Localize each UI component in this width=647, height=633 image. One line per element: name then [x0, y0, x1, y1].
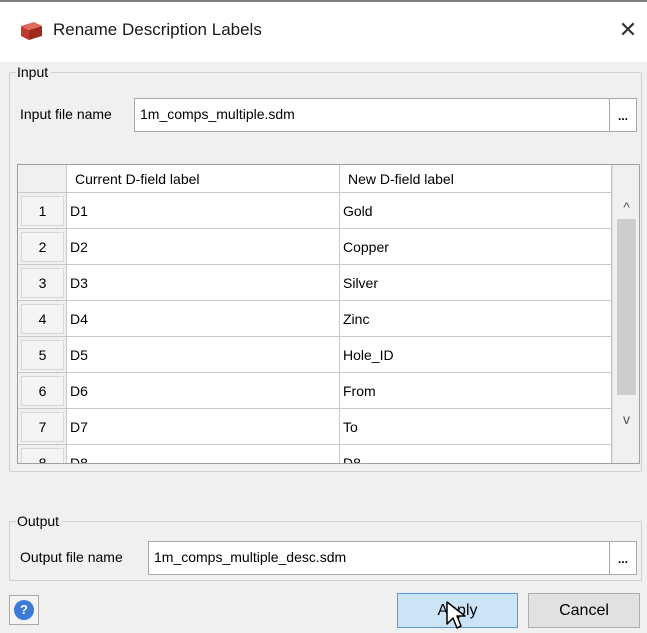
mouse-pointer-icon — [446, 601, 466, 629]
new-label-cell[interactable]: Gold — [340, 193, 612, 229]
dialog-body: Input Input file name 1m_comps_multiple.… — [0, 62, 647, 633]
row-header[interactable]: 7 — [18, 409, 67, 445]
output-file-label: Output file name — [20, 549, 123, 565]
current-label-cell: D1 — [67, 193, 340, 229]
output-group-legend: Output — [16, 513, 63, 529]
current-label-cell: D7 — [67, 409, 340, 445]
cancel-button[interactable]: Cancel — [528, 593, 640, 628]
table-row: 2 D2 Copper — [18, 229, 612, 265]
current-label-cell: D8 — [67, 445, 340, 463]
row-number: 2 — [21, 232, 64, 262]
help-circle-icon: ? — [14, 600, 34, 620]
table-row: 1 D1 Gold — [18, 193, 612, 229]
current-label-cell: D6 — [67, 373, 340, 409]
row-number: 6 — [21, 376, 64, 406]
row-header[interactable]: 8 — [18, 445, 67, 463]
current-label-cell: D5 — [67, 337, 340, 373]
input-browse-button[interactable]: ... — [610, 98, 637, 132]
row-number: 1 — [21, 196, 64, 226]
title-bar: Rename Description Labels ✕ — [0, 0, 647, 62]
current-label-cell: D3 — [67, 265, 340, 301]
button-bar: ? Apply Cancel — [0, 586, 647, 633]
column-header-new[interactable]: New D-field label — [340, 165, 612, 193]
title-bar-top-edge — [0, 0, 647, 2]
row-header[interactable]: 4 — [18, 301, 67, 337]
row-number: 5 — [21, 340, 64, 370]
table-row: 6 D6 From — [18, 373, 612, 409]
row-header[interactable]: 3 — [18, 265, 67, 301]
new-label-cell[interactable]: Silver — [340, 265, 612, 301]
app-icon — [21, 22, 42, 40]
row-number: 3 — [21, 268, 64, 298]
input-file-label: Input file name — [20, 106, 112, 122]
new-label-cell[interactable]: From — [340, 373, 612, 409]
table-row: 4 D4 Zinc — [18, 301, 612, 337]
row-number: 8 — [21, 448, 64, 463]
table-row: 8 D8 D8 — [18, 445, 612, 463]
new-label-cell[interactable]: D8 — [340, 445, 612, 463]
labels-table: Current D-field label New D-field label … — [17, 164, 640, 464]
input-group-legend: Input — [16, 64, 52, 80]
close-button[interactable]: ✕ — [612, 14, 644, 46]
output-file-field[interactable]: 1m_comps_multiple_desc.sdm — [148, 541, 610, 575]
table-row: 3 D3 Silver — [18, 265, 612, 301]
new-label-cell[interactable]: Zinc — [340, 301, 612, 337]
row-number: 4 — [21, 304, 64, 334]
table-row: 7 D7 To — [18, 409, 612, 445]
row-header[interactable]: 1 — [18, 193, 67, 229]
window-title: Rename Description Labels — [53, 20, 262, 39]
current-label-cell: D2 — [67, 229, 340, 265]
column-header-current[interactable]: Current D-field label — [67, 165, 340, 193]
row-number: 7 — [21, 412, 64, 442]
table-row: 5 D5 Hole_ID — [18, 337, 612, 373]
new-label-cell[interactable]: Hole_ID — [340, 337, 612, 373]
help-button[interactable]: ? — [9, 595, 39, 625]
table-corner-header — [18, 165, 67, 193]
row-header[interactable]: 2 — [18, 229, 67, 265]
row-header[interactable]: 6 — [18, 373, 67, 409]
row-header[interactable]: 5 — [18, 337, 67, 373]
output-browse-button[interactable]: ... — [610, 541, 637, 575]
scroll-up-arrow-icon[interactable]: ^ — [613, 193, 639, 221]
table-vertical-scrollbar[interactable]: ^ v — [612, 165, 639, 463]
scroll-down-arrow-icon[interactable]: v — [613, 405, 639, 433]
current-label-cell: D4 — [67, 301, 340, 337]
input-file-field[interactable]: 1m_comps_multiple.sdm — [134, 98, 610, 132]
new-label-cell[interactable]: To — [340, 409, 612, 445]
new-label-cell[interactable]: Copper — [340, 229, 612, 265]
scroll-thumb[interactable] — [617, 219, 636, 395]
